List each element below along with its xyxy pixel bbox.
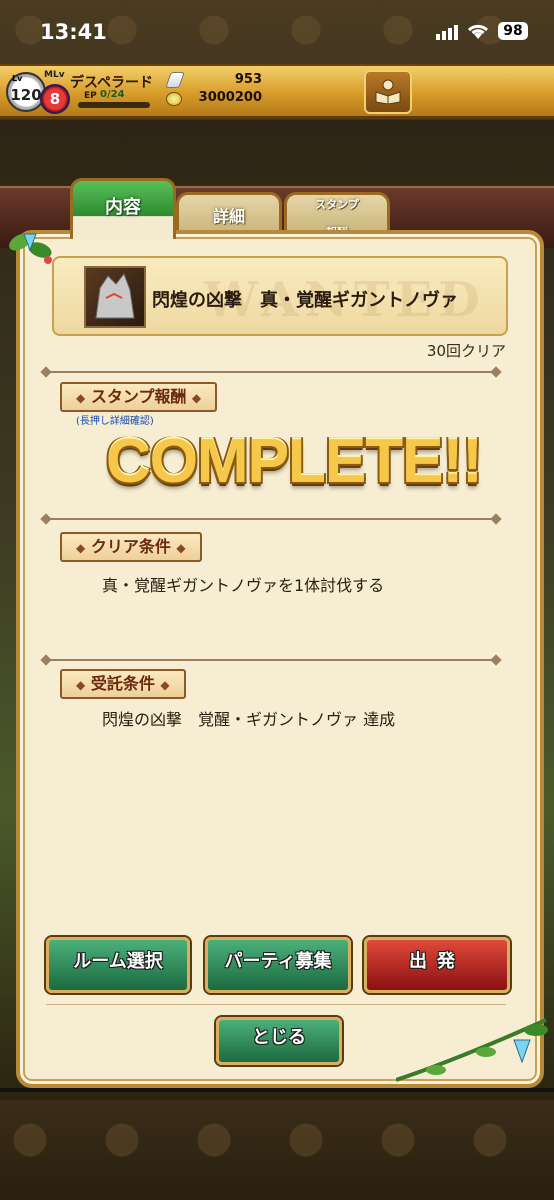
ornament-icon: ◆ — [76, 391, 86, 405]
stamp-hint: (長押し詳細確認) — [76, 416, 154, 427]
section-divider — [46, 371, 496, 373]
mlevel-label: MLv — [44, 70, 65, 80]
boss-portrait — [84, 266, 146, 328]
ep-label: EP — [84, 91, 97, 101]
section-stamp-reward: ◆ スタンプ報酬 ◆ — [60, 382, 218, 412]
player-hud: Lv 120 MLv 8 デスペラード EP 0/24 953 3000200 — [0, 64, 554, 119]
close-button[interactable]: とじる — [216, 1017, 342, 1065]
section-accept-condition: ◆ 受託条件 ◆ — [60, 669, 186, 699]
vine-decoration-icon — [396, 1018, 548, 1082]
coin-icon — [166, 92, 182, 106]
level-label: Lv — [12, 74, 23, 83]
tab-stamp-line1: スタンプ — [315, 198, 359, 211]
tab-content[interactable]: 内容 — [70, 178, 176, 239]
tab-detail[interactable]: 詳細 — [176, 192, 282, 235]
room-select-button[interactable]: ルーム選択 — [46, 937, 190, 993]
ornament-icon: ◆ — [176, 541, 186, 555]
section-stamp-reward-label: スタンプ報酬 — [90, 387, 187, 406]
leaf-decoration-icon — [9, 233, 52, 264]
menu-book-button[interactable] — [364, 70, 412, 114]
ornament-icon: ◆ — [76, 678, 86, 692]
coin-count: 3000200 — [198, 90, 262, 105]
section-accept-condition-label: 受託条件 — [90, 674, 155, 693]
gem-icon — [165, 72, 185, 88]
section-clear-condition: ◆ クリア条件 ◆ — [60, 532, 202, 562]
depart-button[interactable]: 出発 — [364, 937, 510, 993]
status-time: 13:41 — [40, 20, 107, 44]
section-divider — [46, 518, 496, 520]
ep-value: 0/24 — [100, 89, 125, 100]
section-divider — [46, 659, 496, 661]
accept-condition-text: 閃煌の凶撃 覚醒・ギガントノヴァ 達成 — [102, 710, 396, 729]
clear-count: 30回クリア — [426, 342, 506, 360]
ep-progress-bar — [78, 102, 150, 108]
clear-condition-text: 真・覚醒ギガントノヴァを1体討伐する — [102, 576, 385, 595]
tab-content-label: 内容 — [105, 197, 141, 218]
level-badge: Lv 120 — [6, 72, 46, 112]
ornament-icon: ◆ — [76, 541, 86, 555]
party-recruit-button[interactable]: パーティ募集 — [205, 937, 351, 993]
background-bottom — [0, 1100, 554, 1200]
mlevel-badge: 8 — [40, 84, 70, 114]
section-clear-condition-label: クリア条件 — [90, 537, 171, 556]
cellular-signal-icon — [436, 25, 458, 40]
quest-title: 閃煌の凶撃 真・覚醒ギガントノヴァ — [152, 290, 458, 311]
battery-indicator: 98 — [498, 22, 528, 40]
tab-stamp-reward[interactable]: スタンプ報酬 — [284, 192, 390, 239]
ornament-icon: ◆ — [160, 678, 170, 692]
complete-banner[interactable]: COMPLETE!! — [106, 426, 483, 497]
boss-icon — [95, 273, 135, 319]
level-value: 120 — [10, 86, 42, 104]
gem-count: 953 — [234, 72, 262, 87]
wifi-icon — [467, 24, 489, 39]
quest-card: WANTED 閃煌の凶撃 真・覚醒ギガントノヴァ — [52, 256, 508, 336]
tab-detail-label: 詳細 — [212, 207, 245, 226]
status-bar: 13:41 98 — [0, 0, 554, 64]
book-icon — [375, 79, 401, 104]
ornament-icon: ◆ — [191, 391, 202, 405]
